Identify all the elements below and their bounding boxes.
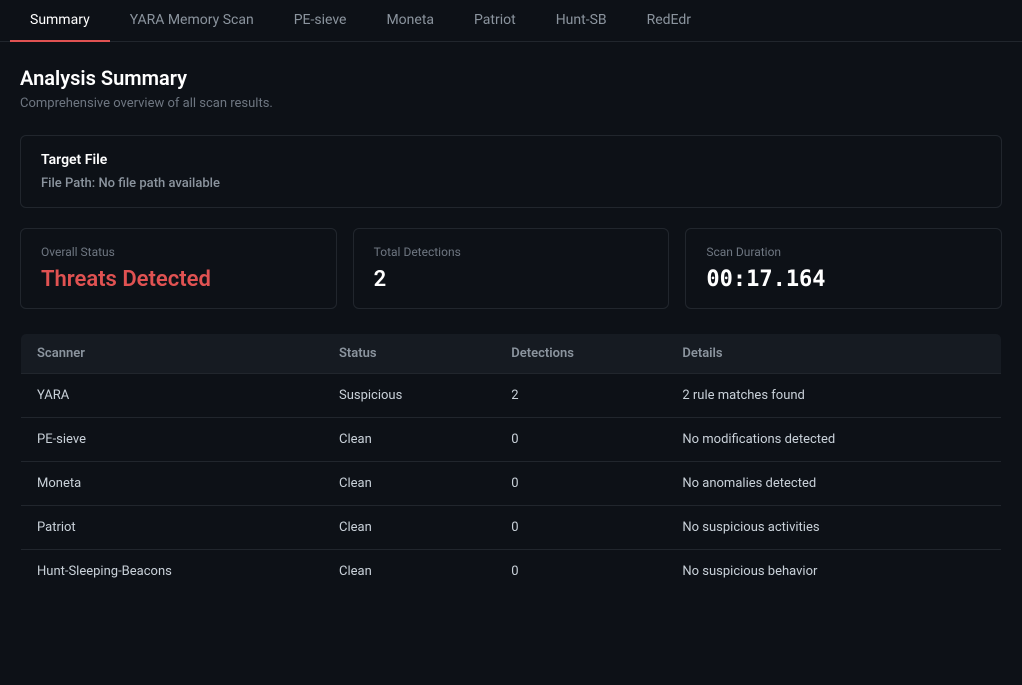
table-row: PatriotClean0No suspicious activities: [21, 506, 1002, 550]
tab-patriot[interactable]: Patriot: [454, 0, 536, 42]
target-file-title: Target File: [41, 152, 981, 168]
col-header-details: Details: [666, 334, 1001, 374]
file-path-label: File Path:: [41, 176, 95, 191]
scanner-details: No modifications detected: [666, 418, 1001, 462]
scanner-name: PE-sieve: [21, 418, 323, 462]
main-content: Analysis Summary Comprehensive overview …: [0, 42, 1022, 618]
table-body: YARASuspicious22 rule matches foundPE-si…: [21, 374, 1002, 594]
scanner-details: 2 rule matches found: [666, 374, 1001, 418]
table-header-row: ScannerStatusDetectionsDetails: [21, 334, 1002, 374]
tab-hunt-sb[interactable]: Hunt-SB: [536, 0, 627, 42]
scan-duration-label: Scan Duration: [706, 245, 981, 259]
scanner-table: ScannerStatusDetectionsDetails YARASuspi…: [20, 333, 1002, 594]
scanner-details: No suspicious behavior: [666, 550, 1001, 594]
scanner-detections: 0: [495, 550, 666, 594]
scanner-name: YARA: [21, 374, 323, 418]
scanner-detections: 2: [495, 374, 666, 418]
table-row: MonetaClean0No anomalies detected: [21, 462, 1002, 506]
page-title: Analysis Summary: [20, 66, 1002, 90]
scanner-details: No suspicious activities: [666, 506, 1001, 550]
tab-yara-memory-scan[interactable]: YARA Memory Scan: [110, 0, 274, 42]
scanner-status: Clean: [323, 462, 495, 506]
total-detections-label: Total Detections: [374, 245, 649, 259]
scanner-status: Clean: [323, 506, 495, 550]
tab-rededr[interactable]: RedEdr: [627, 0, 711, 42]
total-detections-card: Total Detections 2: [353, 228, 670, 309]
stats-row: Overall Status Threats Detected Total De…: [20, 228, 1002, 309]
scanner-name: Patriot: [21, 506, 323, 550]
col-header-status: Status: [323, 334, 495, 374]
scan-duration-value: 00:17.164: [706, 267, 981, 292]
scanner-name: Hunt-Sleeping-Beacons: [21, 550, 323, 594]
scanner-status: Suspicious: [323, 374, 495, 418]
col-header-scanner: Scanner: [21, 334, 323, 374]
target-file-path: File Path: No file path available: [41, 176, 981, 191]
scanner-detections: 0: [495, 462, 666, 506]
tab-pe-sieve[interactable]: PE-sieve: [274, 0, 367, 42]
tab-bar: SummaryYARA Memory ScanPE-sieveMonetaPat…: [0, 0, 1022, 42]
scanner-details: No anomalies detected: [666, 462, 1001, 506]
tab-moneta[interactable]: Moneta: [366, 0, 454, 42]
total-detections-value: 2: [374, 267, 649, 292]
table-row: Hunt-Sleeping-BeaconsClean0No suspicious…: [21, 550, 1002, 594]
page-subtitle: Comprehensive overview of all scan resul…: [20, 96, 1002, 111]
scanner-name: Moneta: [21, 462, 323, 506]
table-row: PE-sieveClean0No modifications detected: [21, 418, 1002, 462]
table-row: YARASuspicious22 rule matches found: [21, 374, 1002, 418]
overall-status-value: Threats Detected: [41, 267, 316, 292]
overall-status-card: Overall Status Threats Detected: [20, 228, 337, 309]
file-path-value: No file path available: [98, 176, 220, 191]
tab-summary[interactable]: Summary: [10, 0, 110, 42]
col-header-detections: Detections: [495, 334, 666, 374]
scanner-detections: 0: [495, 418, 666, 462]
scanner-status: Clean: [323, 550, 495, 594]
scan-duration-card: Scan Duration 00:17.164: [685, 228, 1002, 309]
scanner-detections: 0: [495, 506, 666, 550]
page-header: Analysis Summary Comprehensive overview …: [20, 66, 1002, 111]
target-file-card: Target File File Path: No file path avai…: [20, 135, 1002, 208]
table-header: ScannerStatusDetectionsDetails: [21, 334, 1002, 374]
overall-status-label: Overall Status: [41, 245, 316, 259]
scanner-status: Clean: [323, 418, 495, 462]
